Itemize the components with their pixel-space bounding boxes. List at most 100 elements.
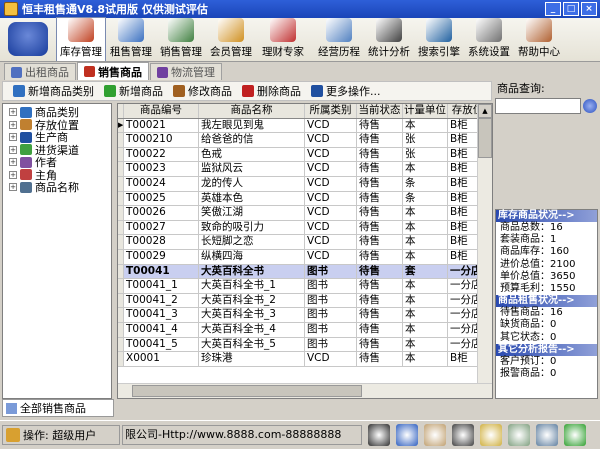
column-header[interactable]: 当前状态 (357, 104, 403, 118)
chart-icon (168, 18, 194, 42)
app-icon (4, 2, 18, 16)
tree-node-icon (20, 181, 32, 193)
rental-status-line: 缺货商品：0 (500, 319, 557, 331)
doc-icon[interactable] (480, 424, 502, 446)
table-row[interactable]: T00026 笑傲江湖 VCD 待售本 B柜 (118, 206, 492, 221)
table-cell: 待售 (357, 322, 403, 337)
table-cell: 珍珠港 (199, 352, 305, 366)
table-cell: 本 (403, 162, 448, 176)
action-button-4[interactable]: 更多操作... (311, 83, 381, 99)
action-button-2[interactable]: 修改商品 (173, 83, 232, 99)
table-cell: T00041 (124, 264, 199, 279)
face-icon[interactable] (424, 424, 446, 446)
table-row[interactable]: T00027 致命的吸引力 VCD 待售本 B柜 (118, 220, 492, 236)
maximize-button[interactable]: □ (563, 2, 579, 16)
toolbar-buttons: 库存管理 租售管理 销售管理 会员管理 理财专家 经营历程 统计分析 搜索引擎 系统设置 帮助中心 (56, 17, 564, 61)
table-row[interactable]: T00024 龙的传人 VCD 待售条 B柜 (118, 176, 492, 192)
table-cell: T00025 (124, 191, 199, 206)
column-header[interactable]: 商品编号 (124, 104, 199, 118)
table-cell: VCD (305, 206, 357, 220)
tab-all-sales-products[interactable]: 全部销售商品 (2, 399, 114, 417)
table-row[interactable]: ▶ T00021 我左眼见到鬼 VCD 待售本 B柜 (118, 118, 492, 134)
table-cell: 待售 (357, 308, 403, 322)
minimize-button[interactable]: _ (545, 2, 561, 16)
expand-icon[interactable]: + (9, 145, 17, 154)
column-header[interactable]: 商品名称 (199, 104, 305, 118)
tree-node-4[interactable]: + 作者 (3, 156, 111, 169)
toolbar-button-1[interactable]: 租售管理 (106, 17, 156, 61)
table-cell: 待售 (357, 235, 403, 249)
table-row[interactable]: X0001 珍珠港 VCD 待售本 B柜 (118, 352, 492, 367)
film-icon[interactable] (452, 424, 474, 446)
action-button-3[interactable]: 删除商品 (242, 83, 301, 99)
toolbar-button-5[interactable]: 经营历程 (314, 17, 364, 61)
expand-icon[interactable]: + (9, 183, 17, 192)
expand-icon[interactable]: + (9, 133, 17, 142)
search-go-icon[interactable] (583, 99, 597, 113)
table-cell: 待售 (357, 352, 403, 366)
table-cell: T00027 (124, 220, 199, 235)
table-cell: 待售 (357, 162, 403, 176)
search-input[interactable] (495, 98, 581, 114)
table-row[interactable]: T00041_4 大英百科全书_4 图书 待售本一分店 (118, 322, 492, 338)
logo (0, 17, 56, 61)
table-cell: 英雄本色 (199, 191, 305, 206)
tree-node-3[interactable]: + 进货渠道 (3, 144, 111, 157)
toolbar-button-2[interactable]: 销售管理 (156, 17, 206, 61)
action-button-1[interactable]: 新增商品 (104, 83, 163, 99)
rental-status-title[interactable]: 商品租售状况--> (496, 295, 597, 308)
table-cell: VCD (305, 176, 357, 191)
hscroll-thumb[interactable] (132, 385, 362, 397)
scroll-up-button[interactable]: ▲ (478, 104, 492, 118)
inventory-status-line: 商品库存：160 (500, 246, 570, 258)
toolbar-button-9[interactable]: 帮助中心 (514, 17, 564, 61)
scroll-thumb[interactable] (478, 118, 492, 158)
tab-icon (84, 66, 95, 77)
toolbar-button-7[interactable]: 搜索引擎 (414, 17, 464, 61)
table-cell: 本 (403, 293, 448, 308)
tree-node-6[interactable]: + 商品名称 (3, 181, 111, 194)
table-row[interactable]: T00041_5 大英百科全书_5 图书 待售本一分店 (118, 337, 492, 353)
tab-2[interactable]: 物流管理 (150, 63, 222, 80)
expand-icon[interactable]: + (9, 170, 17, 179)
table-row[interactable]: T00023 监狱风云 VCD 待售本 B柜 (118, 162, 492, 177)
tool-icon[interactable] (508, 424, 530, 446)
action-icon (13, 85, 25, 97)
toolbar-button-4[interactable]: 理财专家 (256, 17, 310, 61)
table-row[interactable]: T00041_1 大英百科全书_1 图书 待售本一分店 (118, 279, 492, 294)
table-row[interactable]: T00041 大英百科全书 图书 待售套一分店 (118, 264, 492, 280)
other-reports-title[interactable]: 其它分析报告--> (496, 343, 597, 356)
expand-icon[interactable]: + (9, 120, 17, 129)
toolbar-button-8[interactable]: 系统设置 (464, 17, 514, 61)
table-row[interactable]: T00029 纵横四海 VCD 待售本 B柜 (118, 249, 492, 265)
toolbar-button-3[interactable]: 会员管理 (206, 17, 256, 61)
action-button-0[interactable]: 新增商品类别 (13, 83, 94, 99)
window-title: 恒丰租售通V8.8试用版 仅供测试评估 (22, 3, 208, 16)
expand-icon[interactable]: + (9, 158, 17, 167)
column-header[interactable]: 计量单位 (403, 104, 448, 118)
toolbar-button-6[interactable]: 统计分析 (364, 17, 414, 61)
action-bar: 新增商品类别 新增商品 修改商品 删除商品 更多操作... (2, 81, 492, 101)
table-row[interactable]: T000210 给爸爸的信 VCD 待售张 B柜 (118, 133, 492, 148)
tab-0[interactable]: 出租商品 (4, 63, 76, 80)
close-button[interactable]: × (581, 2, 597, 16)
action-icon (104, 85, 116, 97)
printer-icon[interactable] (536, 424, 558, 446)
inventory-status-title[interactable]: 库存商品状况--> (496, 210, 597, 222)
table-cell: 色戒 (199, 147, 305, 162)
ie-icon[interactable] (396, 424, 418, 446)
toolbar-button-0[interactable]: 库存管理 (56, 17, 106, 61)
table-row[interactable]: T00041_3 大英百科全书_3 图书 待售本一分店 (118, 308, 492, 323)
table-row[interactable]: T00022 色戒 VCD 待售张 B柜 (118, 147, 492, 163)
column-header[interactable]: 所属类别 (305, 104, 357, 118)
horizontal-scrollbar[interactable] (118, 383, 492, 398)
expand-icon[interactable]: + (9, 108, 17, 117)
exit-icon[interactable] (564, 424, 586, 446)
person-icon[interactable] (368, 424, 390, 446)
table-row[interactable]: T00028 长短脚之恋 VCD 待售本 B柜 (118, 235, 492, 250)
tab-1[interactable]: 销售商品 (77, 62, 149, 80)
table-row[interactable]: T00041_2 大英百科全书_2 图书 待售本一分店 (118, 293, 492, 309)
vertical-scrollbar[interactable]: ▲ (477, 104, 492, 384)
table-cell: 大英百科全书_3 (199, 308, 305, 322)
table-row[interactable]: T00025 英雄本色 VCD 待售条 B柜 (118, 191, 492, 207)
